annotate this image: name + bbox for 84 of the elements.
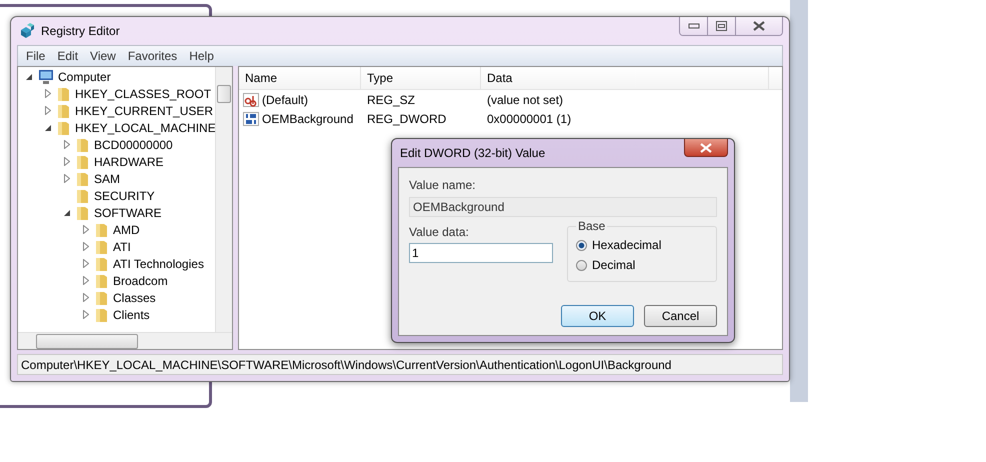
- collapsed-arrow-icon[interactable]: [83, 276, 89, 285]
- collapsed-arrow-icon[interactable]: [83, 310, 89, 319]
- folder-icon: [95, 290, 109, 306]
- tree-item[interactable]: HKEY_CLASSES_ROOT: [75, 86, 212, 100]
- close-icon: [700, 142, 712, 152]
- tree-item[interactable]: ATI: [113, 240, 131, 254]
- expanded-arrow-icon[interactable]: [26, 73, 32, 80]
- tree-item[interactable]: SAM: [94, 172, 120, 186]
- close-button[interactable]: [684, 139, 728, 157]
- window-title: Registry Editor: [41, 24, 120, 38]
- status-bar: Computer\HKEY_LOCAL_MACHINE\SOFTWARE\Microsoft\Windows\CurrentVersion\Authentication\LogonUI\Background: [17, 354, 783, 375]
- collapsed-arrow-icon[interactable]: [45, 106, 51, 115]
- folder-icon: [95, 256, 109, 272]
- binary-value-icon: [243, 112, 259, 126]
- value-name-field[interactable]: OEMBackground: [409, 197, 717, 217]
- folder-icon: [76, 204, 90, 220]
- tree-item[interactable]: Classes: [113, 290, 156, 304]
- horizontal-scrollbar[interactable]: [18, 332, 232, 349]
- tree-item[interactable]: HARDWARE: [94, 154, 164, 168]
- folder-icon: [76, 154, 90, 170]
- tree-item[interactable]: ATI Technologies: [113, 256, 204, 270]
- column-header[interactable]: Type: [361, 67, 481, 89]
- folder-icon: [76, 188, 90, 204]
- collapsed-arrow-icon[interactable]: [83, 293, 89, 302]
- value-data: (value not set): [486, 92, 564, 106]
- tree-item[interactable]: Clients: [113, 308, 150, 322]
- collapsed-arrow-icon[interactable]: [45, 89, 51, 98]
- close-button[interactable]: [736, 17, 782, 35]
- minimize-icon: [688, 23, 700, 29]
- folder-icon: [57, 86, 71, 102]
- maximize-button[interactable]: [708, 17, 736, 35]
- collapsed-arrow-icon[interactable]: [64, 157, 70, 166]
- value-name[interactable]: (Default): [262, 92, 308, 106]
- vertical-scrollbar[interactable]: [215, 67, 232, 332]
- field-label: Value name:: [409, 178, 476, 192]
- folder-icon: [57, 120, 71, 136]
- menu-item[interactable]: View: [84, 49, 122, 63]
- folder-icon: [76, 136, 90, 152]
- value-type: REG_DWORD: [366, 112, 448, 126]
- folder-icon: [95, 272, 109, 288]
- group-label: Base: [577, 219, 606, 233]
- menu-item[interactable]: File: [20, 49, 52, 63]
- tree-item[interactable]: BCD00000000: [94, 138, 173, 152]
- tree-item[interactable]: SOFTWARE: [94, 206, 162, 220]
- menu-item[interactable]: Edit: [51, 49, 84, 63]
- tree-item[interactable]: SECURITY: [94, 188, 155, 202]
- radio-label[interactable]: Hexadecimal: [592, 238, 662, 252]
- folder-icon: [95, 238, 109, 254]
- tree-item[interactable]: Broadcom: [113, 274, 168, 288]
- tree-item[interactable]: Computer: [58, 70, 111, 84]
- column-header[interactable]: Data: [481, 67, 769, 89]
- field-label: Value data:: [409, 225, 470, 239]
- close-icon: [752, 21, 766, 31]
- menu-item[interactable]: Favorites: [122, 49, 184, 63]
- menu-item[interactable]: Help: [183, 49, 220, 63]
- radio-button[interactable]: [576, 240, 587, 250]
- default-button[interactable]: OK: [561, 305, 634, 327]
- minimize-button[interactable]: [680, 17, 708, 35]
- value-data: 0x00000001 (1): [486, 112, 572, 126]
- maximize-icon: [716, 21, 727, 31]
- value-type: REG_SZ: [366, 92, 416, 106]
- radio-label[interactable]: Decimal: [592, 258, 636, 272]
- collapsed-arrow-icon[interactable]: [83, 225, 89, 234]
- collapsed-arrow-icon[interactable]: [83, 242, 89, 251]
- folder-icon: [57, 102, 71, 118]
- tree-item[interactable]: HKEY_LOCAL_MACHINE: [75, 120, 216, 134]
- tree-item[interactable]: AMD: [113, 222, 140, 236]
- dialog-title: Edit DWORD (32-bit) Value: [400, 146, 546, 160]
- cubes-icon: [19, 23, 35, 39]
- folder-icon: [95, 222, 109, 238]
- tree-item[interactable]: HKEY_CURRENT_USER: [75, 104, 214, 118]
- collapsed-arrow-icon[interactable]: [64, 174, 70, 183]
- radio-button[interactable]: [576, 260, 587, 270]
- value-data-field[interactable]: 1: [409, 243, 553, 263]
- folder-icon: [95, 306, 109, 322]
- expanded-arrow-icon[interactable]: [44, 124, 52, 131]
- dialog-button[interactable]: Cancel: [644, 305, 717, 327]
- folder-icon: [76, 170, 90, 186]
- collapsed-arrow-icon[interactable]: [83, 259, 89, 268]
- value-name[interactable]: OEMBackground: [262, 112, 354, 126]
- column-header[interactable]: Name: [239, 67, 361, 89]
- collapsed-arrow-icon[interactable]: [64, 140, 70, 149]
- expanded-arrow-icon[interactable]: [64, 209, 70, 216]
- computer-icon: [38, 68, 54, 84]
